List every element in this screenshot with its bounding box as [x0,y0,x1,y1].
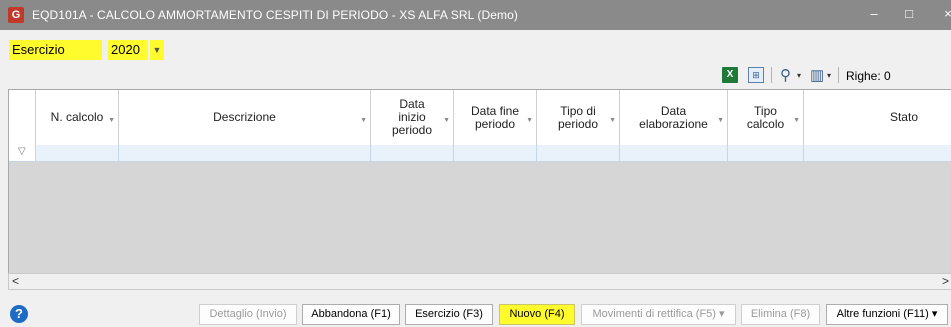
column-header-descrizione[interactable]: Descrizione ▼ [119,90,371,145]
dettaglio-button[interactable]: Dettaglio (Invio) [199,304,297,325]
excel-export-icon[interactable]: X [722,67,738,83]
nuovo-button[interactable]: Nuovo (F4) [499,304,575,325]
app-logo-icon: G [8,7,24,23]
window-title: EQD101A - CALCOLO AMMORTAMENTO CESPITI D… [32,8,519,22]
filter-cell[interactable] [454,145,537,161]
column-header-label: Stato [889,110,918,124]
filter-row: ▽ [9,145,951,162]
filter-cell[interactable] [36,145,119,161]
column-header-label: Tipo calcolo [746,103,785,131]
abbandona-button[interactable]: Abbandona (F1) [302,304,400,325]
filter-cell[interactable] [371,145,454,161]
movimenti-rettifica-button[interactable]: Movimenti di rettifica (F5) ▾ [581,304,736,325]
action-bar: ? Dettaglio (Invio) Abbandona (F1) Eserc… [0,296,951,327]
sort-arrow-icon[interactable]: ▼ [717,114,724,127]
chevron-down-icon[interactable]: ▾ [797,67,801,85]
horizontal-scrollbar[interactable]: < > [8,273,951,290]
esercizio-select[interactable]: 2020 [108,40,148,60]
column-header-stato[interactable]: Stato [804,90,951,145]
data-grid: N. calcolo ▼ Descrizione ▼ Data inizio p… [8,89,951,274]
column-header-data-inizio[interactable]: Data inizio periodo ▼ [371,90,454,145]
column-header-label: Data fine periodo [470,103,520,131]
column-header-label: Tipo di periodo [557,103,599,131]
minimize-button[interactable]: – [862,4,886,24]
filter-cell[interactable] [537,145,620,161]
scroll-left-arrow-icon[interactable]: < [12,274,19,289]
grid-layout-icon[interactable]: ⊞ [748,67,764,83]
column-header-data-fine[interactable]: Data fine periodo ▼ [454,90,537,145]
column-header-label: Descrizione [213,110,276,124]
filter-cell[interactable] [804,145,951,161]
chevron-down-icon[interactable]: ▼ [150,40,164,60]
column-header-n-calcolo[interactable]: N. calcolo ▼ [36,90,119,145]
close-button[interactable]: × [936,4,951,24]
columns-icon[interactable]: ▥ [810,67,824,85]
grid-header: N. calcolo ▼ Descrizione ▼ Data inizio p… [9,90,951,146]
toolbar-separator [838,67,839,83]
esercizio-label: Esercizio [9,40,102,60]
grid-toolbar: X ⊞ ⚲ ▾ ▥ ▾ Righe: 0 [0,64,951,88]
window-titlebar: G EQD101A - CALCOLO AMMORTAMENTO CESPITI… [0,0,951,30]
esercizio-row: Esercizio 2020 ▼ [0,37,951,61]
scroll-right-arrow-icon[interactable]: > [942,274,949,289]
sort-arrow-icon[interactable]: ▼ [793,114,800,127]
row-indicator-header [9,90,36,145]
maximize-button[interactable]: □ [897,4,921,24]
sort-arrow-icon[interactable]: ▼ [609,114,616,127]
column-header-label: N. calcolo [50,110,104,124]
column-header-label: Data elaborazione [639,103,708,131]
filter-cell[interactable] [728,145,804,161]
search-icon[interactable]: ⚲ [780,67,791,85]
filter-cell[interactable] [620,145,728,161]
elimina-button[interactable]: Elimina (F8) [741,304,820,325]
help-icon[interactable]: ? [10,305,28,323]
column-header-label: Data inizio periodo [391,97,433,137]
toolbar-separator [771,67,772,83]
sort-arrow-icon[interactable]: ▼ [526,114,533,127]
altre-funzioni-button[interactable]: Altre funzioni (F11) ▾ [826,304,948,325]
column-header-tipo-periodo[interactable]: Tipo di periodo ▼ [537,90,620,145]
sort-arrow-icon[interactable]: ▼ [108,114,115,127]
column-header-data-elaborazione[interactable]: Data elaborazione ▼ [620,90,728,145]
filter-cell[interactable] [119,145,371,161]
sort-arrow-icon[interactable]: ▼ [443,114,450,127]
esercizio-button[interactable]: Esercizio (F3) [405,304,493,325]
chevron-down-icon[interactable]: ▾ [827,67,831,85]
row-count-label: Righe: 0 [846,69,891,83]
filter-cell[interactable]: ▽ [9,145,36,161]
sort-arrow-icon[interactable]: ▼ [360,114,367,127]
filter-icon[interactable]: ▽ [18,146,26,157]
column-header-tipo-calcolo[interactable]: Tipo calcolo ▼ [728,90,804,145]
